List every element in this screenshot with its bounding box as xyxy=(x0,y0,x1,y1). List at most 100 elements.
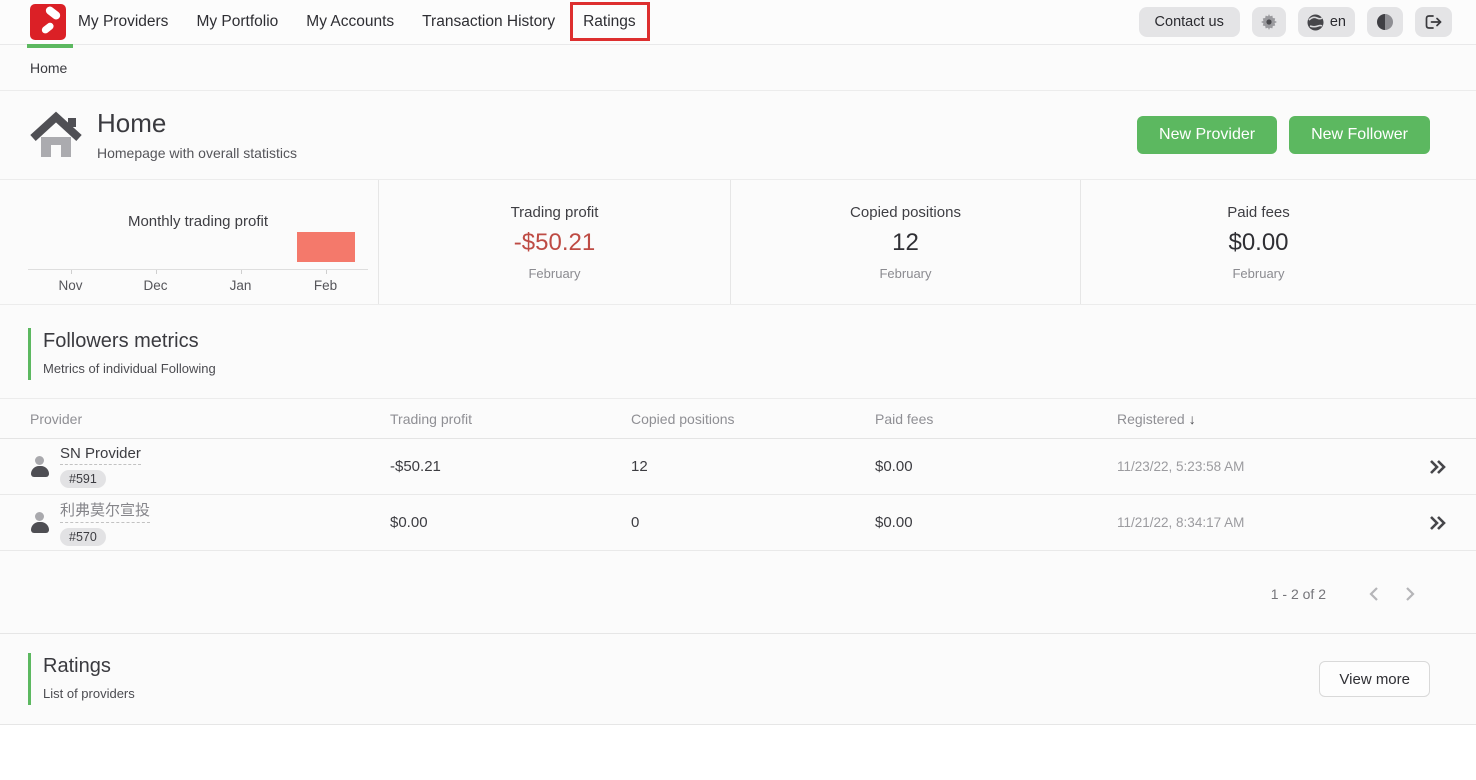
cell-copied-positions: 0 xyxy=(631,514,875,531)
column-header-copied-positions[interactable]: Copied positions xyxy=(631,411,875,427)
column-header-paid-fees[interactable]: Paid fees xyxy=(875,411,1117,427)
cell-trading-profit: $0.00 xyxy=(390,514,631,531)
table-row[interactable]: SN Provider #591 -$50.21 12 $0.00 11/23/… xyxy=(0,439,1476,495)
stat-period: February xyxy=(879,266,931,281)
breadcrumb-home[interactable]: Home xyxy=(30,60,67,76)
row-expand-button[interactable] xyxy=(1428,515,1448,531)
provider-cell: SN Provider #591 xyxy=(30,445,390,488)
ratings-section: Ratings List of providers View more xyxy=(0,633,1476,725)
logout-icon xyxy=(1424,14,1443,30)
cell-registered: 11/23/22, 5:23:58 AM xyxy=(1117,459,1397,474)
pagination-range-label: 1 - 2 of 2 xyxy=(1271,586,1326,602)
followers-metrics-section: Followers metrics Metrics of individual … xyxy=(0,305,1476,380)
ratings-head: Ratings List of providers xyxy=(28,653,135,705)
stats-row: Monthly trading profit NovDecJanFeb Trad… xyxy=(0,180,1476,305)
mini-bar-chart: Monthly trading profit NovDecJanFeb xyxy=(28,205,368,293)
column-header-provider[interactable]: Provider xyxy=(30,411,390,427)
double-chevron-right-icon xyxy=(1428,459,1448,475)
ratings-subtitle: List of providers xyxy=(43,686,135,701)
followers-metrics-head: Followers metrics Metrics of individual … xyxy=(28,328,1446,380)
stat-value: 12 xyxy=(892,229,919,257)
nav-item-ratings[interactable]: Ratings xyxy=(583,13,636,31)
mini-bar-chart-labels: NovDecJanFeb xyxy=(28,269,368,293)
chart-x-tick-label: Dec xyxy=(113,270,198,293)
column-header-registered[interactable]: Registered↓ xyxy=(1117,411,1397,427)
table-row[interactable]: 利弗莫尔宣投 #570 $0.00 0 $0.00 11/21/22, 8:34… xyxy=(0,495,1476,551)
top-navbar: My Providers My Portfolio My Accounts Tr… xyxy=(0,0,1476,45)
cell-trading-profit: -$50.21 xyxy=(390,458,631,475)
double-chevron-right-icon xyxy=(1428,515,1448,531)
stat-period: February xyxy=(528,266,580,281)
globe-icon xyxy=(1307,14,1324,31)
gear-icon xyxy=(1261,14,1277,30)
chart-title: Monthly trading profit xyxy=(28,213,368,230)
footer-strip xyxy=(0,725,1476,780)
person-icon xyxy=(30,455,50,479)
view-more-button[interactable]: View more xyxy=(1319,661,1430,697)
active-tab-indicator xyxy=(27,44,73,48)
header-buttons: New Provider New Follower xyxy=(1137,116,1430,154)
stat-value: -$50.21 xyxy=(514,229,595,257)
settings-button[interactable] xyxy=(1252,7,1286,37)
new-follower-button[interactable]: New Follower xyxy=(1289,116,1430,154)
followers-metrics-title: Followers metrics xyxy=(43,330,1446,353)
chart-bar-slot xyxy=(283,232,368,262)
cell-paid-fees: $0.00 xyxy=(875,514,1117,531)
provider-cell: 利弗莫尔宣投 #570 xyxy=(30,499,390,546)
chevron-right-icon xyxy=(1404,586,1416,602)
pagination: 1 - 2 of 2 xyxy=(0,551,1476,615)
chart-x-tick-label: Feb xyxy=(283,270,368,293)
chart-x-tick-label: Nov xyxy=(28,270,113,293)
cell-paid-fees: $0.00 xyxy=(875,458,1117,475)
followers-table: Provider Trading profit Copied positions… xyxy=(0,398,1476,551)
stat-card-copied-positions: Copied positions 12 February xyxy=(730,180,1080,304)
pagination-prev-button[interactable] xyxy=(1364,582,1384,606)
page-subtitle: Homepage with overall statistics xyxy=(97,145,297,161)
page-title: Home xyxy=(97,108,297,139)
sort-desc-icon[interactable]: ↓ xyxy=(1189,411,1196,427)
nav-item-ratings-label: Ratings xyxy=(583,13,636,30)
contrast-icon xyxy=(1376,13,1394,31)
mini-bar-chart-bars xyxy=(28,232,368,269)
new-provider-button[interactable]: New Provider xyxy=(1137,116,1277,154)
cell-copied-positions: 12 xyxy=(631,458,875,475)
contact-us-button[interactable]: Contact us xyxy=(1139,7,1240,37)
theme-toggle-button[interactable] xyxy=(1367,7,1403,37)
person-icon xyxy=(30,511,50,535)
stat-period: February xyxy=(1232,266,1284,281)
stat-title: Paid fees xyxy=(1227,204,1290,221)
row-expand-button[interactable] xyxy=(1428,459,1448,475)
page: My Providers My Portfolio My Accounts Tr… xyxy=(0,0,1476,780)
language-label: en xyxy=(1330,14,1346,30)
cell-registered: 11/21/22, 8:34:17 AM xyxy=(1117,515,1397,530)
nav-item-my-accounts[interactable]: My Accounts xyxy=(306,13,394,31)
ratings-title: Ratings xyxy=(43,655,135,678)
brand-logo-icon[interactable] xyxy=(30,4,66,40)
stat-title: Copied positions xyxy=(850,204,961,221)
page-header: Home Homepage with overall statistics Ne… xyxy=(0,91,1476,180)
language-button[interactable]: en xyxy=(1298,7,1355,37)
table-header-row: Provider Trading profit Copied positions… xyxy=(0,398,1476,439)
pagination-next-button[interactable] xyxy=(1400,582,1420,606)
logout-button[interactable] xyxy=(1415,7,1452,37)
page-title-block: Home Homepage with overall statistics xyxy=(97,108,297,161)
provider-id-badge: #591 xyxy=(60,470,106,488)
stat-title: Trading profit xyxy=(511,204,599,221)
column-header-trading-profit[interactable]: Trading profit xyxy=(390,411,631,427)
chart-bar xyxy=(297,232,355,262)
nav-item-transaction-history[interactable]: Transaction History xyxy=(422,13,555,31)
provider-name-link[interactable]: 利弗莫尔宣投 xyxy=(60,499,150,523)
stat-value: $0.00 xyxy=(1228,229,1288,257)
navbar-actions: Contact us en xyxy=(1139,7,1452,37)
followers-metrics-subtitle: Metrics of individual Following xyxy=(43,361,1446,376)
monthly-trading-profit-chart: Monthly trading profit NovDecJanFeb xyxy=(0,180,378,304)
chart-x-tick-label: Jan xyxy=(198,270,283,293)
home-icon xyxy=(30,111,82,159)
provider-id-badge: #570 xyxy=(60,528,106,546)
nav-item-my-providers[interactable]: My Providers xyxy=(78,13,168,31)
provider-name-link[interactable]: SN Provider xyxy=(60,445,141,465)
nav-item-my-portfolio[interactable]: My Portfolio xyxy=(196,13,278,31)
nav-links: My Providers My Portfolio My Accounts Tr… xyxy=(78,13,636,31)
stat-card-paid-fees: Paid fees $0.00 February xyxy=(1080,180,1436,304)
column-header-registered-label: Registered xyxy=(1117,411,1185,427)
